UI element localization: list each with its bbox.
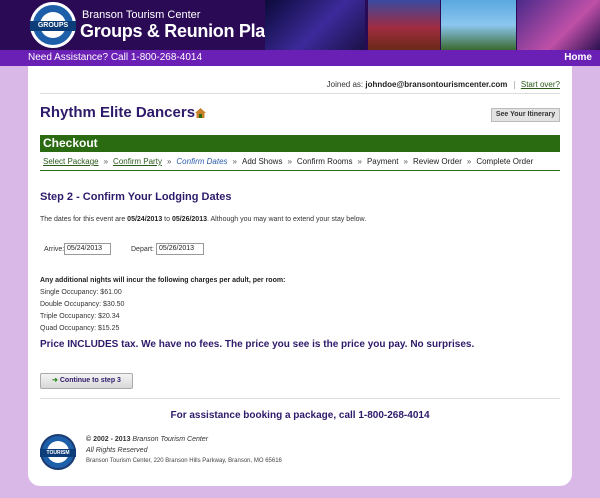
step-separator: » [403,157,408,166]
assistance-bar: Need Assistance? Call 1-800-268-4014 Hom… [0,50,600,66]
header-photo-coaster [441,0,516,50]
company-name: Branson Tourism Center [132,436,209,443]
step-confirm-dates: Confirm Dates [176,157,228,166]
additional-night-charges: Any additional nights will incur the fol… [40,275,285,335]
event-start-date: 05/24/2013 [127,216,163,223]
event-dates-text: The dates for this event are 05/24/2013 … [40,216,366,223]
step-separator: » [166,157,172,166]
header-photo-performers [517,0,600,50]
account-email: johndoe@bransontourismcenter.com [365,80,508,89]
continue-label: Continue to step 3 [59,377,121,384]
joined-label: Joined as: [326,80,364,89]
account-info: Joined as: johndoe@bransontourismcenter.… [327,80,560,89]
charge-single: Single Occupancy: $61.00 [40,289,122,296]
see-itinerary-button[interactable]: See Your Itinerary [491,108,560,122]
divider [40,398,560,399]
footer-seal-band: TOURISM [40,449,76,457]
step-separator: » [103,157,109,166]
step-confirm-party[interactable]: Confirm Party [113,157,162,166]
dates-suffix: . Although you may want to extend your s… [207,216,367,223]
continue-step-3-button[interactable]: ➜ Continue to step 3 [40,373,133,389]
divider [40,93,560,94]
charges-heading: Any additional nights will incur the fol… [40,277,286,284]
step-separator: » [466,157,472,166]
footer-address: Branson Tourism Center, 220 Branson Hill… [86,458,282,464]
branson-logo-seal[interactable]: GROUPS [30,2,76,48]
arrive-label: Arrive: [44,246,65,253]
step-review-order: Review Order [412,157,462,166]
logo-seal-band: GROUPS [30,21,76,31]
dates-mid: to [162,216,172,223]
step-separator: » [357,157,362,166]
step-complete-order: Complete Order [476,157,534,166]
start-over-link[interactable]: Start over? [521,80,560,89]
page-title: Rhythm Elite Dancers [40,104,196,121]
charge-triple: Triple Occupancy: $20.34 [40,313,120,320]
arrive-date-input[interactable]: 05/24/2013 [64,243,111,255]
header-photo-flag-show [368,0,440,50]
divider [513,80,515,89]
footer-copyright: © 2002 - 2013 Branson Tourism Center All… [86,434,208,456]
charge-double: Double Occupancy: $30.50 [40,301,125,308]
rights-text: All Rights Reserved [86,447,148,454]
charge-quad: Quad Occupancy: $15.25 [40,325,120,332]
arrow-right-icon: ➜ [52,377,58,384]
checkout-steps: Select Package » Confirm Party » Confirm Dat… [40,153,560,171]
step-payment: Payment [366,157,399,166]
checkout-bar: Checkout [40,135,560,152]
copyright-years: © 2002 - 2013 [86,436,131,443]
house-icon[interactable] [195,108,206,118]
assistance-callout: For assistance booking a package, call 1… [170,410,430,421]
depart-label: Depart: [131,246,154,253]
main-panel: Joined as: johndoe@bransontourismcenter.… [28,66,572,486]
step-separator: » [287,157,292,166]
step-separator: » [232,157,237,166]
step-confirm-rooms: Confirm Rooms [296,157,353,166]
dates-prefix: The dates for this event are [40,216,128,223]
step-add-shows: Add Shows [241,157,283,166]
depart-date-input[interactable]: 05/26/2013 [156,243,204,255]
tax-notice: Price INCLUDES tax. We have no fees. The… [40,339,475,350]
event-end-date: 05/26/2013 [171,216,207,223]
assistance-phone: Need Assistance? Call 1-800-268-4014 [28,52,202,63]
brand-subtitle: Branson Tourism Center [82,9,201,21]
step-select-package[interactable]: Select Package [43,157,99,166]
footer-logo-seal: TOURISM [40,434,76,470]
header-photo-dancer [265,0,365,50]
site-header: GROUPS Branson Tourism Center Groups & R… [0,0,600,50]
home-link[interactable]: Home [564,52,592,63]
step-heading: Step 2 - Confirm Your Lodging Dates [40,191,232,203]
